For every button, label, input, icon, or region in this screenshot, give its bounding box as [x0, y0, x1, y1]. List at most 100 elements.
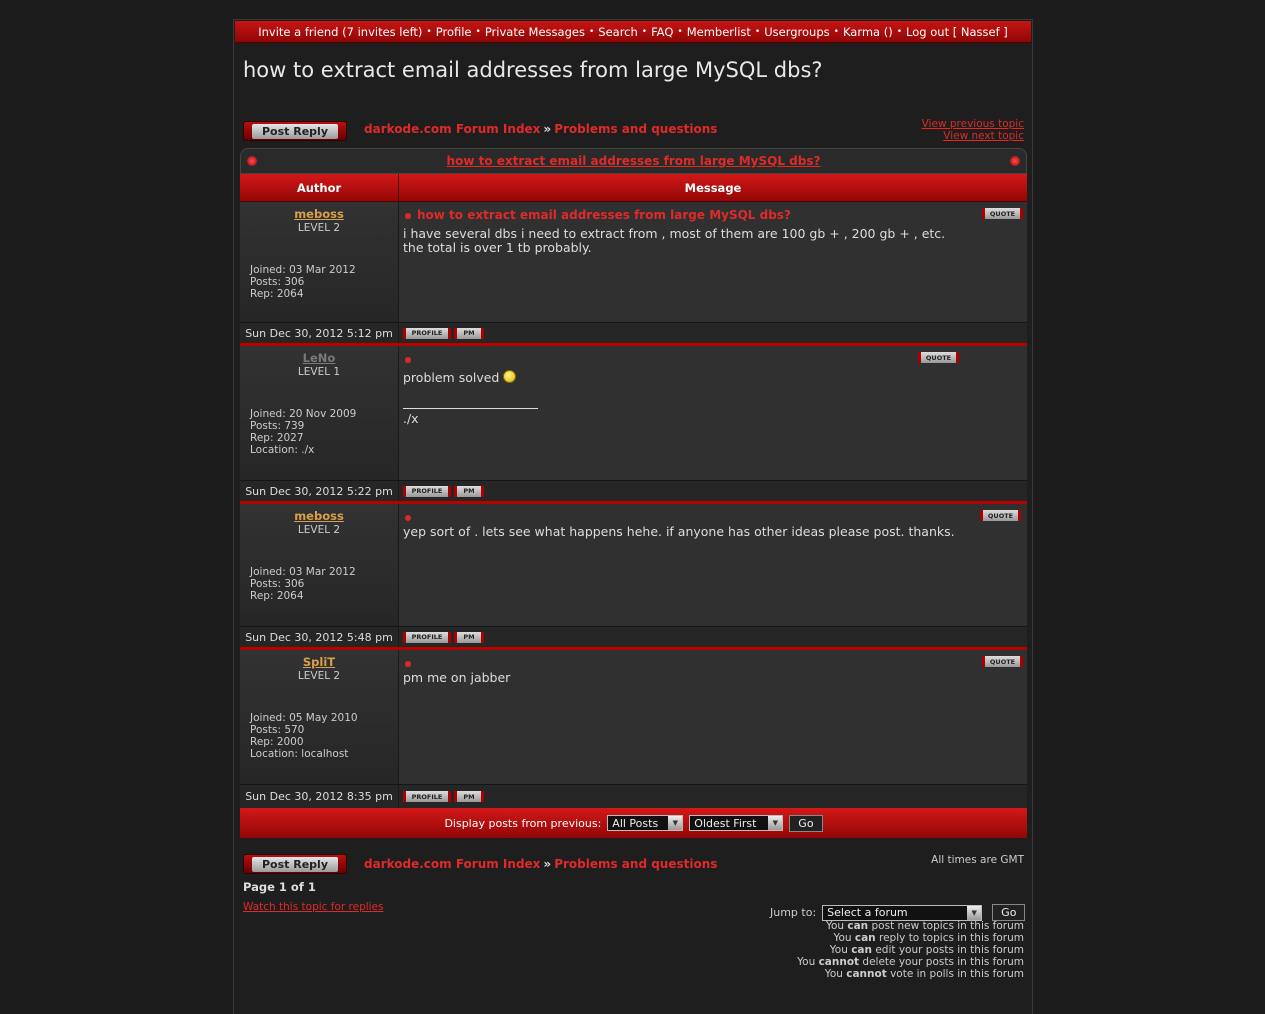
nav-separator: •	[475, 26, 481, 37]
post-username[interactable]: meboss	[240, 207, 398, 221]
post-subject: how to extract email addresses from larg…	[405, 208, 791, 222]
pm-button[interactable]: PM	[454, 327, 484, 339]
post-actions: PROFILE PM	[399, 323, 1027, 343]
post-author-cell: meboss LEVEL 2 Joined: 03 Mar 2012 Posts…	[240, 504, 399, 626]
user-rep: Rep: 2064	[250, 590, 304, 602]
view-previous-topic-link[interactable]: View previous topic	[922, 118, 1024, 130]
post-username[interactable]: meboss	[240, 509, 398, 523]
post-user-info: Joined: 05 May 2010 Posts: 570 Rep: 2000…	[250, 712, 358, 760]
smiley-icon	[503, 370, 517, 383]
post-footer: Sun Dec 30, 2012 8:35 pm PROFILE PM	[240, 785, 1027, 808]
user-rep: Rep: 2064	[250, 288, 304, 300]
chevron-down-icon: ▼	[967, 905, 982, 920]
posts-period-select[interactable]: All Posts ▼	[607, 815, 684, 831]
post-row: meboss LEVEL 2 Joined: 03 Mar 2012 Posts…	[240, 504, 1027, 627]
author-header: Author	[240, 174, 399, 201]
post-reply-button-top[interactable]: Post Reply	[243, 121, 347, 141]
profile-button[interactable]: PROFILE	[403, 327, 451, 339]
user-posts: Posts: 570	[250, 724, 305, 736]
post-user-info: Joined: 20 Nov 2009 Posts: 739 Rep: 2027…	[250, 408, 356, 456]
sort-go-button[interactable]: Go	[789, 814, 823, 832]
post-message-cell: QUOTE problem solved ./x	[399, 346, 1027, 480]
post-body: pm me on jabber	[403, 671, 510, 685]
post-bullet-icon	[405, 660, 411, 667]
post-body: i have several dbs i need to extract fro…	[403, 227, 945, 255]
pm-button[interactable]: PM	[454, 485, 484, 497]
sort-order-select[interactable]: Oldest First ▼	[689, 815, 784, 831]
view-next-topic-link[interactable]: View next topic	[922, 130, 1024, 142]
post-message-cell: how to extract email addresses from larg…	[399, 202, 1027, 322]
profile-button[interactable]: PROFILE	[403, 631, 451, 643]
nav-search[interactable]: Search	[598, 25, 638, 39]
post-actions: PROFILE PM	[399, 785, 1027, 808]
sort-order-value: Oldest First	[694, 816, 757, 830]
user-joined: Joined: 03 Mar 2012	[250, 264, 356, 276]
post-username[interactable]: SpliT	[240, 655, 398, 669]
post-subject	[405, 352, 417, 366]
nav-profile[interactable]: Profile	[436, 25, 472, 39]
caption-dot-icon	[247, 156, 257, 166]
chevron-down-icon: ▼	[668, 816, 683, 830]
post-reply-button-bottom[interactable]: Post Reply	[243, 854, 347, 874]
nav-private-messages[interactable]: Private Messages	[485, 25, 585, 39]
nav-logout[interactable]: Log out [ Nassef ]	[906, 25, 1008, 39]
posts-table: how to extract email addresses from larg…	[240, 148, 1027, 838]
permission-line: You cannot delete your posts in this for…	[797, 956, 1024, 968]
nav-usergroups[interactable]: Usergroups	[764, 25, 829, 39]
post-bullet-icon	[405, 356, 411, 363]
user-joined: Joined: 05 May 2010	[250, 712, 358, 724]
pm-button[interactable]: PM	[454, 791, 484, 802]
post-date: Sun Dec 30, 2012 5:12 pm	[240, 323, 399, 343]
watch-topic-link[interactable]: Watch this topic for replies	[243, 901, 384, 913]
post-user-info: Joined: 03 Mar 2012 Posts: 306 Rep: 2064	[250, 566, 356, 602]
post-username[interactable]: LeNo	[240, 351, 398, 365]
breadcrumb-forum-link[interactable]: Problems and questions	[554, 122, 717, 136]
post-user-level: LEVEL 2	[297, 670, 341, 682]
post-body-line: problem solved	[403, 370, 500, 385]
breadcrumb-bottom: darkode.com Forum Index» Problems and que…	[364, 857, 717, 871]
user-joined: Joined: 03 Mar 2012	[250, 566, 356, 578]
post-message-cell: QUOTE pm me on jabber	[399, 650, 1027, 784]
breadcrumb-separator: »	[543, 857, 552, 871]
pm-button[interactable]: PM	[454, 631, 484, 643]
quote-button[interactable]: QUOTE	[982, 656, 1023, 667]
posts-period-value: All Posts	[612, 816, 659, 830]
breadcrumb-forum-link[interactable]: Problems and questions	[554, 857, 717, 871]
user-posts: Posts: 739	[250, 420, 305, 432]
profile-button[interactable]: PROFILE	[403, 791, 451, 802]
forum-select[interactable]: Select a forum ▼	[822, 904, 983, 921]
post-row: LeNo LEVEL 1 Joined: 20 Nov 2009 Posts: …	[240, 346, 1027, 481]
breadcrumb-index-link[interactable]: darkode.com Forum Index	[364, 122, 540, 136]
post-body-line: i have several dbs i need to extract fro…	[403, 226, 946, 241]
post-row: meboss LEVEL 2 Joined: 03 Mar 2012 Posts…	[240, 202, 1027, 323]
nav-invite[interactable]: Invite a friend (7 invites left)	[258, 25, 422, 39]
topic-caption-link[interactable]: how to extract email addresses from larg…	[447, 154, 821, 168]
quote-button[interactable]: QUOTE	[982, 208, 1023, 219]
message-header: Message	[684, 180, 742, 195]
post-footer: Sun Dec 30, 2012 5:22 pm PROFILE PM	[240, 481, 1027, 504]
profile-button[interactable]: PROFILE	[403, 485, 451, 497]
topic-nav: View previous topic View next topic	[922, 118, 1024, 142]
user-posts: Posts: 306	[250, 578, 305, 590]
jump-go-button[interactable]: Go	[992, 904, 1026, 921]
signature-divider	[403, 408, 538, 409]
post-bullet-icon	[405, 212, 411, 219]
nav-separator: •	[588, 26, 595, 37]
nav-memberlist[interactable]: Memberlist	[687, 25, 751, 39]
quote-button[interactable]: QUOTE	[918, 352, 959, 363]
post-subject-text: how to extract email addresses from larg…	[417, 208, 791, 222]
sort-label: Display posts from previous:	[444, 816, 602, 830]
post-signature: ./x	[403, 411, 419, 426]
post-body-line: the total is over 1 tb probably.	[403, 240, 592, 255]
breadcrumb-index-link[interactable]: darkode.com Forum Index	[364, 857, 540, 871]
chevron-down-icon: ▼	[768, 816, 783, 830]
post-reply-label: Post Reply	[252, 857, 338, 872]
post-author-cell: meboss LEVEL 2 Joined: 03 Mar 2012 Posts…	[240, 202, 399, 322]
post-footer: Sun Dec 30, 2012 5:48 pm PROFILE PM	[240, 627, 1027, 650]
post-user-level: LEVEL 2	[297, 524, 341, 536]
user-joined: Joined: 20 Nov 2009	[250, 408, 357, 420]
nav-faq[interactable]: FAQ	[651, 25, 673, 39]
quote-button[interactable]: QUOTE	[980, 510, 1021, 521]
post-actions: PROFILE PM	[399, 481, 1027, 501]
nav-karma[interactable]: Karma ()	[843, 25, 893, 39]
